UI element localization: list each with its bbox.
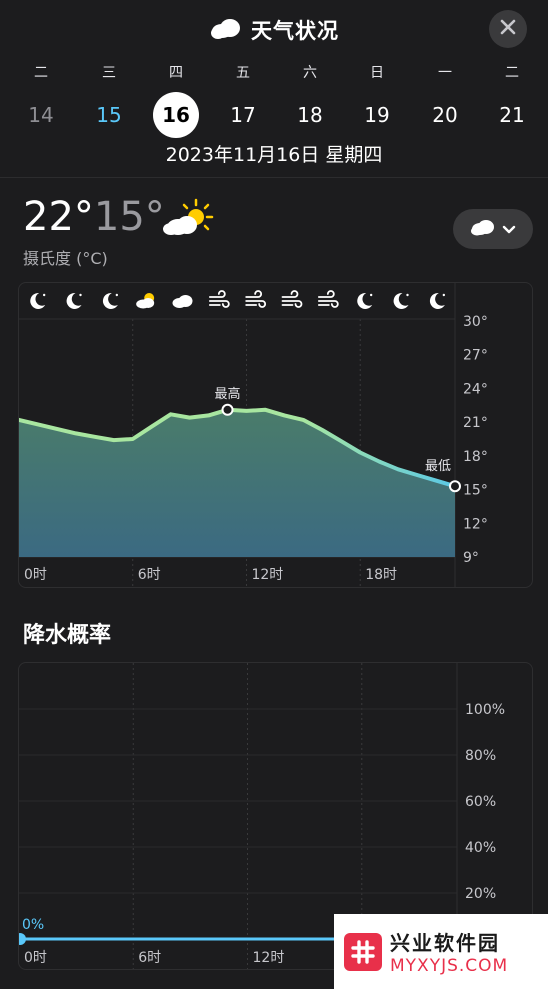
cloud-part [142, 298, 155, 308]
y-tick-label: 21° [463, 415, 488, 431]
title-row: 天气状况 [0, 12, 548, 48]
moon-icon [429, 292, 446, 309]
star-dot [42, 293, 46, 297]
y-tick-label: 60% [465, 794, 496, 810]
y-tick-label: 12° [463, 516, 488, 532]
y-tick-label: 100% [465, 702, 505, 718]
date-button[interactable]: 14 [18, 92, 64, 138]
date-row: 14 15 16 17 18 19 20 21 [0, 92, 548, 138]
temperature-chart-svg: 最高最低 30° 27° 24° 21° 18° 15° 12° 9° 0时 6时 12时 18时 [19, 283, 488, 587]
partly-sunny-icon [162, 198, 214, 242]
cloud-icon [209, 16, 243, 44]
date-button[interactable]: 15 [86, 92, 132, 138]
weekday-label: 六 [303, 65, 317, 81]
star-dot [369, 293, 373, 297]
moon-icon [30, 292, 46, 309]
date-button[interactable]: 21 [489, 92, 535, 138]
x-tick-label: 0时 [24, 567, 47, 583]
moon-shape [30, 292, 46, 309]
star-dot [115, 293, 119, 297]
wind-lines [245, 290, 267, 308]
chevron-down-icon [502, 220, 516, 239]
moon-icon [393, 292, 409, 309]
temperature-summary: 22° 15° [23, 194, 165, 240]
x-tick-label: 0时 [24, 950, 47, 966]
temperature-area [19, 409, 455, 557]
weekday-label: 三 [102, 65, 116, 81]
x-tick-label: 6时 [138, 567, 161, 583]
wind-lines [317, 290, 339, 308]
star-dot [442, 293, 446, 297]
y-tick-label: 80% [465, 748, 496, 764]
weekday-label: 日 [370, 65, 384, 81]
y-tick-label: 18° [463, 449, 488, 465]
wind-icon [317, 290, 339, 308]
header: 天气状况 二 三 四 五 六 日 一 二 14 15 16 17 18 19 20 21 2023年11月1… [0, 0, 548, 178]
weekday-label: 四 [169, 65, 183, 81]
close-icon [500, 19, 516, 39]
wind-lines [281, 290, 303, 308]
low-temp: 15° [93, 194, 165, 240]
min-label: 最低 [425, 459, 451, 474]
unit-label: 摄氏度 (°C) [23, 249, 108, 268]
wind-lines [208, 290, 230, 308]
moon-shape [429, 292, 445, 309]
moon-shape [357, 292, 373, 309]
start-value-label: 0% [22, 917, 44, 933]
wind-icon [245, 290, 267, 308]
date-button[interactable]: 19 [354, 92, 400, 138]
date-button[interactable]: 18 [287, 92, 333, 138]
moon-shape [66, 292, 82, 309]
moon-icon [357, 292, 373, 309]
x-tick-label: 12时 [253, 950, 285, 966]
cloud-part [178, 295, 193, 307]
x-tick-label: 18时 [365, 567, 397, 583]
y-tick-label: 40% [465, 840, 496, 856]
high-temp: 22° [23, 194, 94, 240]
watermark-url: MYXYJS.COM [390, 956, 509, 976]
moon-shape [393, 292, 409, 309]
wind-icon [208, 290, 230, 308]
moon-shape [102, 292, 118, 309]
date-button[interactable]: 16 [153, 92, 199, 138]
weekday-label: 一 [438, 65, 452, 81]
weekday-row: 二三四五六日一二 [0, 62, 548, 84]
weekday-label: 二 [505, 65, 519, 81]
close-button[interactable] [489, 10, 527, 48]
selected-date-label: 2023年11月16日 星期四 [165, 144, 383, 166]
y-tick-label: 15° [463, 483, 488, 499]
y-tick-label: 24° [463, 381, 488, 397]
wind-icon [281, 290, 303, 308]
watermark-logo [344, 932, 382, 971]
max-point [221, 403, 234, 416]
moon-icon [102, 292, 119, 309]
temperature-chart: 最高最低 30° 27° 24° 21° 18° 15° 12° 9° 0时 6时 12时 18时 [18, 282, 533, 588]
watermark: 兴业软件园 MYXYJS.COM [334, 914, 548, 989]
max-label: 最高 [215, 386, 241, 402]
date-button[interactable]: 17 [220, 92, 266, 138]
y-tick-label: 27° [463, 348, 488, 364]
start-point [19, 933, 26, 945]
page-title: 天气状况 [251, 19, 339, 43]
x-tick-label: 12时 [251, 567, 283, 583]
condition-dropdown[interactable] [453, 209, 533, 249]
star-dot [406, 293, 409, 297]
y-tick-label: 20% [465, 886, 496, 902]
cloud-icon [172, 295, 193, 308]
moon-icon [66, 292, 82, 309]
y-tick-label: 9° [463, 550, 479, 566]
x-tick-label: 6时 [138, 950, 161, 966]
partly-sunny-icon [136, 293, 155, 309]
precipitation-title: 降水概率 [23, 623, 112, 648]
star-dot [79, 293, 82, 297]
cloud-icon [470, 218, 496, 240]
weekday-label: 五 [236, 65, 250, 81]
watermark-name: 兴业软件园 [390, 931, 500, 955]
weekday-label: 二 [34, 65, 48, 81]
y-tick-label: 30° [463, 314, 488, 330]
date-button[interactable]: 20 [422, 92, 468, 138]
min-point [449, 480, 461, 493]
